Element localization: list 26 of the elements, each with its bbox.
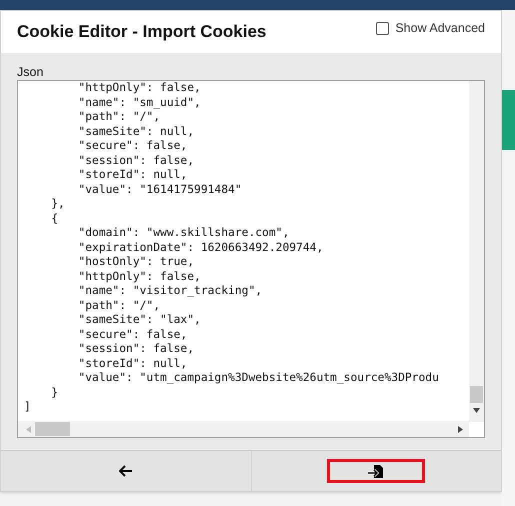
code-line: "value": "utm_campaign%3Dwebsite%26utm_source%3DProdu: [77, 371, 439, 386]
code-line: "expirationDate": 1620663492.209744,: [77, 240, 324, 255]
code-line: "domain": "www.skillshare.com",: [77, 226, 290, 240]
code-line: "secure": false,: [77, 328, 188, 342]
code-line: "path": "/",: [77, 298, 160, 313]
code-line: "storeId": null,: [77, 356, 188, 371]
code-line: "hostOnly": true,: [77, 255, 194, 270]
code-line: "sameSite": "lax",: [77, 313, 201, 328]
code-line: "storeId": null,: [77, 168, 188, 182]
code-line: ]: [24, 400, 31, 414]
code-line: "httpOnly": false,: [77, 270, 201, 284]
code-line: "name": "visitor_tracking",: [77, 284, 262, 298]
code-line: "sameSite": null,: [77, 124, 194, 139]
code-line: "name": "sm_uuid",: [77, 96, 201, 110]
code-line: "path": "/",: [77, 110, 160, 124]
code-line: "session": false,: [77, 342, 194, 356]
code-line: }: [50, 386, 58, 400]
code-line: "session": false,: [77, 154, 194, 168]
code-line: {: [50, 212, 58, 226]
field-label: Json: [17, 65, 44, 79]
code-line: "secure": false,: [77, 139, 188, 154]
code-line: "value": "1614175991484": [77, 182, 242, 197]
code-line: },: [50, 197, 65, 212]
code-line: "httpOnly": false,: [77, 81, 201, 96]
show-advanced-checkbox[interactable]: Show Advanced: [376, 18, 485, 38]
dialog-title: Cookie Editor - Import Cookies: [17, 21, 266, 44]
